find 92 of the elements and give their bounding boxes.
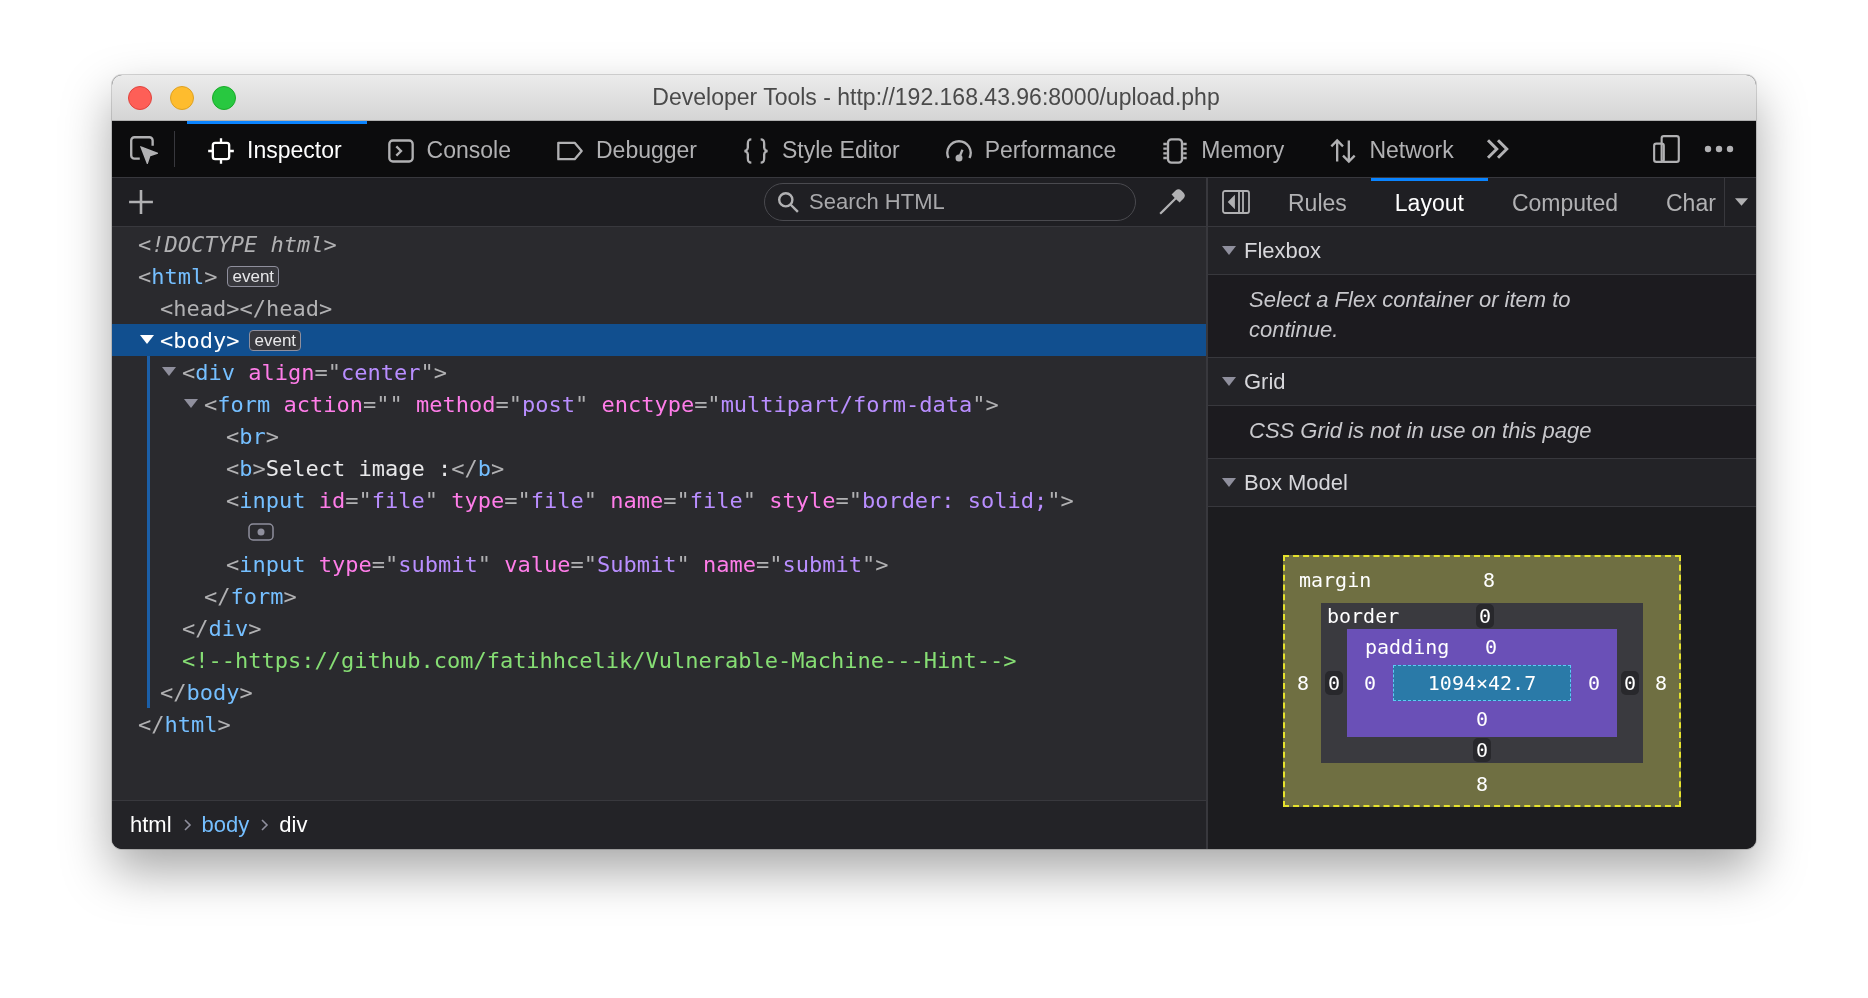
tree-row[interactable]: <b>Select image :</b>	[112, 452, 1206, 484]
section-header[interactable]: Grid	[1208, 358, 1756, 406]
code-line: <div align="center">	[182, 359, 447, 385]
section-title: Grid	[1244, 368, 1286, 395]
breadcrumb-item[interactable]: html	[130, 812, 172, 838]
tree-row[interactable]: <input id="file" type="file" name="file" style="border: solid;">	[112, 484, 1206, 516]
code-line: <!DOCTYPE html>	[138, 231, 337, 257]
arrows-updown-icon	[1329, 136, 1358, 165]
section-title: Flexbox	[1244, 237, 1322, 264]
code-line: </form>	[204, 583, 297, 609]
box-value: 0	[1363, 671, 1376, 695]
tree-row[interactable]: <!DOCTYPE html>	[112, 228, 1206, 260]
window-title: Developer Tools - http://192.168.43.96:8000/upload.php	[651, 84, 1221, 111]
dot-badge-icon[interactable]	[248, 523, 274, 541]
breadcrumb-item[interactable]: div	[279, 812, 308, 838]
content-box: 1094×42.7	[1393, 665, 1571, 701]
tree-row[interactable]: <body> event	[112, 324, 1206, 356]
expand-arrow-icon[interactable]	[1222, 376, 1236, 387]
console-icon	[386, 136, 415, 165]
code-line: <!--https://github.com/fatihhcelik/Vulnerable-Machine---Hint-->	[182, 647, 1017, 673]
tool-tab[interactable]: Console	[366, 121, 536, 177]
box-value: 8	[1654, 671, 1667, 695]
tree-row[interactable]: <div align="center">	[112, 356, 1206, 388]
sidebar-toggle-icon[interactable]	[1222, 190, 1250, 214]
event-badge[interactable]: event	[227, 265, 280, 287]
code-line: <b>Select image :</b>	[226, 455, 505, 481]
tree-row[interactable]: </div>	[112, 612, 1206, 644]
box-value: 0	[1484, 635, 1497, 659]
code-line: </body>	[160, 679, 253, 705]
box-label: padding	[1365, 635, 1450, 659]
tree-row[interactable]: <input type="submit" value="Submit" name="submit">	[112, 548, 1206, 580]
element-picker-icon[interactable]	[128, 134, 158, 164]
tree-row[interactable]: </body>	[112, 676, 1206, 708]
chip-icon	[1161, 136, 1190, 165]
expand-arrow-icon[interactable]	[162, 367, 176, 377]
breadcrumb-item[interactable]: body	[201, 812, 250, 838]
search-field[interactable]: Search HTML	[764, 183, 1136, 221]
tree-row[interactable]: </html>	[112, 708, 1206, 740]
code-line: </div>	[182, 615, 262, 641]
eyedropper-icon[interactable]	[1158, 188, 1186, 216]
tool-tab[interactable]: Debugger	[536, 121, 723, 177]
tree-row[interactable]: <br>	[112, 420, 1206, 452]
box-value: 8	[1475, 772, 1488, 796]
code-line: <br>	[226, 423, 279, 449]
expand-arrow-icon[interactable]	[1222, 477, 1236, 488]
code-line: <html>	[138, 263, 218, 289]
expand-arrow-icon[interactable]	[1222, 245, 1236, 256]
tree-row[interactable]: <head></head>	[112, 292, 1206, 324]
close-window-icon[interactable]	[128, 85, 152, 110]
box-value: 8	[1296, 671, 1309, 695]
event-badge[interactable]: event	[249, 329, 302, 351]
sidebar-tab[interactable]: Char	[1642, 178, 1724, 226]
code-line: </html>	[138, 711, 231, 737]
box-value: 0	[1620, 671, 1639, 695]
tree-row[interactable]: <form action="" method="post" enctype="multipart/form-data">	[112, 388, 1206, 420]
tree-row[interactable]: <html> event	[112, 260, 1206, 292]
add-icon[interactable]	[128, 189, 154, 215]
code-line: <body>	[160, 327, 240, 353]
tree-row[interactable]: <!--https://github.com/fatihhcelik/Vulnerable-Machine---Hint-->	[112, 644, 1206, 676]
code-line: <input type="submit" value="Submit" name="submit">	[226, 551, 889, 577]
box-value: 0	[1475, 604, 1494, 628]
chevron-icon	[181, 818, 192, 832]
box-label: margin	[1299, 568, 1372, 592]
section-title: Box Model	[1244, 469, 1348, 496]
info-text: Select a Flex container or item to continue.	[1249, 286, 1572, 344]
more-menu-icon[interactable]	[1704, 144, 1734, 154]
devices-icon[interactable]	[1652, 134, 1682, 164]
box-label: border	[1327, 604, 1400, 628]
expand-arrow-icon[interactable]	[184, 399, 198, 409]
sidebar-tab[interactable]: Rules	[1264, 178, 1371, 226]
info-text: CSS Grid is not in use on this page	[1249, 417, 1593, 445]
sidebar-tab[interactable]: Computed	[1487, 178, 1642, 226]
box-value: 0	[1324, 671, 1343, 695]
braces-icon	[742, 136, 771, 165]
code-line: <head></head>	[160, 295, 333, 321]
search-icon	[777, 191, 799, 213]
box-value: 0	[1475, 707, 1488, 731]
box-value: 0	[1587, 671, 1600, 695]
tool-tab[interactable]: Performance	[924, 121, 1142, 177]
chevron-icon	[259, 818, 270, 832]
tree-row[interactable]: </form>	[112, 580, 1206, 612]
box-value: 0	[1472, 738, 1491, 762]
crosshair-square-icon	[207, 136, 235, 165]
tool-tab[interactable]: Style Editor	[722, 121, 925, 177]
code-line: <form action="" method="post" enctype="multipart/form-data">	[204, 391, 999, 417]
expand-arrow-icon[interactable]	[140, 335, 154, 345]
section-header[interactable]: Box Model	[1208, 459, 1756, 507]
box-value: 8	[1482, 568, 1495, 592]
code-line: <input id="file" type="file" name="file" style="border: solid;">	[226, 487, 1074, 513]
tool-tab[interactable]: Memory	[1141, 121, 1310, 177]
section-header[interactable]: Flexbox	[1208, 227, 1756, 275]
tool-tab[interactable]: Network	[1309, 121, 1479, 177]
